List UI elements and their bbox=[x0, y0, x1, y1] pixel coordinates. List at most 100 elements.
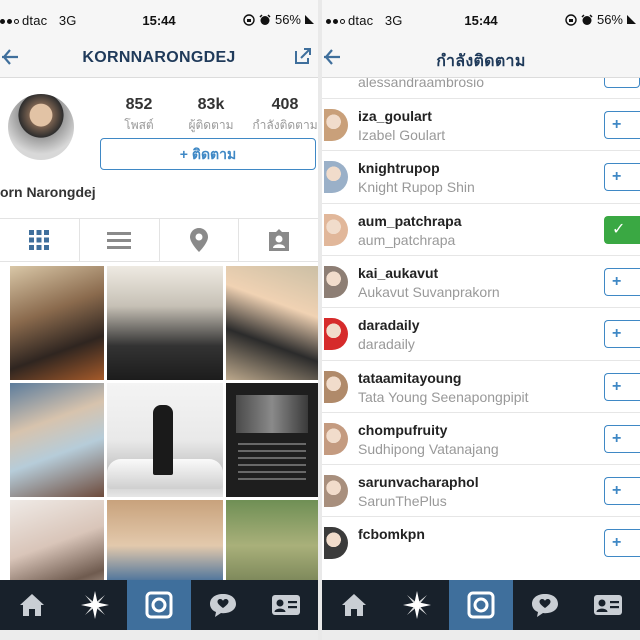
user-username[interactable]: fcbomkpn bbox=[358, 526, 425, 542]
poster-image bbox=[236, 395, 308, 433]
user-username[interactable]: chompufruity bbox=[358, 422, 447, 438]
tab-explore[interactable] bbox=[386, 580, 450, 630]
user-real-name: daradaily bbox=[358, 336, 415, 353]
user-avatar[interactable] bbox=[324, 527, 348, 560]
follow-button[interactable]: + bbox=[604, 477, 640, 506]
follow-button[interactable]: + bbox=[604, 424, 640, 453]
user-avatar[interactable] bbox=[324, 475, 348, 508]
follow-button[interactable]: + bbox=[604, 267, 640, 296]
following-row[interactable]: tataamitayoung Tata Young Seenapongpipit + bbox=[322, 359, 640, 412]
user-avatar[interactable] bbox=[324, 370, 348, 403]
user-avatar[interactable] bbox=[324, 109, 348, 141]
tab-bar bbox=[0, 580, 318, 630]
user-avatar[interactable] bbox=[324, 422, 348, 455]
user-username[interactable]: knightrupop bbox=[358, 160, 440, 176]
following-row[interactable]: knightrupop Knight Rupop Shin + bbox=[322, 150, 640, 202]
home-icon bbox=[19, 594, 44, 616]
user-username[interactable]: daradaily bbox=[358, 317, 419, 333]
following-row[interactable]: kai_aukavut Aukavut Suvanprakorn + bbox=[322, 254, 640, 307]
person-shape bbox=[153, 405, 173, 475]
user-real-name: aum_patchrapa bbox=[358, 231, 456, 248]
tagged-person-icon bbox=[268, 229, 289, 251]
follow-button[interactable]: + bbox=[604, 320, 640, 349]
following-row[interactable]: sarunvacharaphol SarunThePlus + bbox=[322, 464, 640, 516]
follow-button[interactable] bbox=[604, 78, 640, 88]
status-right: 56% bbox=[243, 12, 314, 27]
user-avatar[interactable] bbox=[324, 213, 348, 246]
user-real-name: Tata Young Seenapongpipit bbox=[358, 388, 529, 405]
followers-count: 83k bbox=[197, 96, 225, 113]
user-username[interactable]: tataamitayoung bbox=[358, 370, 461, 386]
profile-username-title: KORNNARONGDEJ bbox=[82, 49, 236, 66]
battery-icon bbox=[305, 15, 314, 24]
tab-camera[interactable] bbox=[127, 580, 191, 630]
user-username[interactable]: kai_aukavut bbox=[358, 265, 438, 281]
list-icon bbox=[107, 232, 132, 249]
follow-button[interactable]: + ติดตาม bbox=[100, 138, 316, 170]
following-row[interactable]: chompufruity Sudhipong Vatanajang + bbox=[322, 411, 640, 464]
following-stat[interactable]: 408 กำลังติดตาม bbox=[250, 96, 318, 135]
tagged-view-tab[interactable] bbox=[239, 219, 318, 261]
user-real-name: Izabel Goulart bbox=[358, 127, 446, 143]
poster-text-lines bbox=[238, 443, 306, 483]
tab-profile[interactable] bbox=[576, 580, 640, 630]
nav-bar: กำลังติดตาม bbox=[322, 40, 640, 78]
explore-icon bbox=[81, 591, 110, 619]
posts-label: โพสต์ bbox=[124, 118, 154, 132]
tab-camera[interactable] bbox=[449, 580, 513, 630]
camera-icon bbox=[145, 591, 173, 619]
tab-bar bbox=[322, 580, 640, 630]
profile-icon bbox=[594, 595, 623, 615]
user-avatar[interactable] bbox=[324, 161, 348, 194]
user-avatar[interactable] bbox=[324, 265, 348, 298]
follow-button[interactable]: + bbox=[604, 111, 640, 139]
photo-thumbnail[interactable] bbox=[226, 383, 318, 497]
alarm-icon bbox=[259, 13, 271, 25]
user-username[interactable]: sarunvacharaphol bbox=[358, 474, 479, 490]
photo-thumbnail[interactable] bbox=[10, 383, 104, 497]
lock-rotation-icon bbox=[565, 13, 577, 26]
home-icon bbox=[341, 594, 366, 616]
activity-icon bbox=[209, 594, 236, 617]
view-mode-bar bbox=[0, 218, 318, 262]
following-row[interactable]: aum_patchrapa aum_patchrapa ✓ bbox=[322, 202, 640, 255]
bottom-edge bbox=[0, 630, 318, 640]
photo-thumbnail[interactable] bbox=[226, 266, 318, 380]
follow-button[interactable]: + bbox=[604, 529, 640, 558]
user-avatar[interactable] bbox=[324, 318, 348, 351]
follow-button[interactable]: + bbox=[604, 372, 640, 401]
tab-home[interactable] bbox=[0, 580, 64, 630]
location-view-tab[interactable] bbox=[160, 219, 240, 261]
grid-view-tab[interactable] bbox=[0, 219, 80, 261]
photo-thumbnail[interactable] bbox=[107, 383, 223, 497]
photo-thumbnail[interactable] bbox=[10, 266, 104, 380]
following-row[interactable]: daradaily daradaily + bbox=[322, 307, 640, 359]
posts-stat[interactable]: 852 โพสต์ bbox=[104, 96, 174, 135]
tab-explore[interactable] bbox=[64, 580, 128, 630]
followers-stat[interactable]: 83k ผู้ติดตาม bbox=[176, 96, 246, 135]
user-username[interactable]: iza_goulart bbox=[358, 108, 432, 124]
profile-header: 852 โพสต์ 83k ผู้ติดตาม 408 กำลังติดตาม … bbox=[0, 78, 318, 218]
tab-home[interactable] bbox=[322, 580, 386, 630]
profile-full-name: orn Narongdej bbox=[0, 184, 96, 200]
partial-username: alessandraambrosio bbox=[358, 78, 485, 88]
following-row[interactable]: fcbomkpn + bbox=[322, 516, 640, 568]
follow-button[interactable]: + bbox=[604, 163, 640, 192]
user-real-name: SarunThePlus bbox=[358, 493, 447, 510]
photo-thumbnail[interactable] bbox=[107, 266, 223, 380]
profile-avatar[interactable] bbox=[8, 94, 74, 160]
following-button[interactable]: ✓ bbox=[604, 215, 640, 244]
posts-count: 852 bbox=[125, 96, 153, 113]
battery-percent: 56% bbox=[274, 12, 301, 27]
following-count: 408 bbox=[271, 96, 299, 113]
following-row[interactable]: iza_goulart Izabel Goulart + bbox=[322, 98, 640, 150]
battery-icon bbox=[627, 15, 636, 24]
tab-activity[interactable] bbox=[513, 580, 577, 630]
list-view-tab[interactable] bbox=[80, 219, 160, 261]
share-button[interactable] bbox=[294, 47, 312, 70]
tab-profile[interactable] bbox=[254, 580, 318, 630]
user-username[interactable]: aum_patchrapa bbox=[358, 213, 461, 229]
tab-activity[interactable] bbox=[191, 580, 255, 630]
user-real-name: Sudhipong Vatanajang bbox=[358, 440, 499, 457]
camera-icon bbox=[467, 591, 495, 619]
